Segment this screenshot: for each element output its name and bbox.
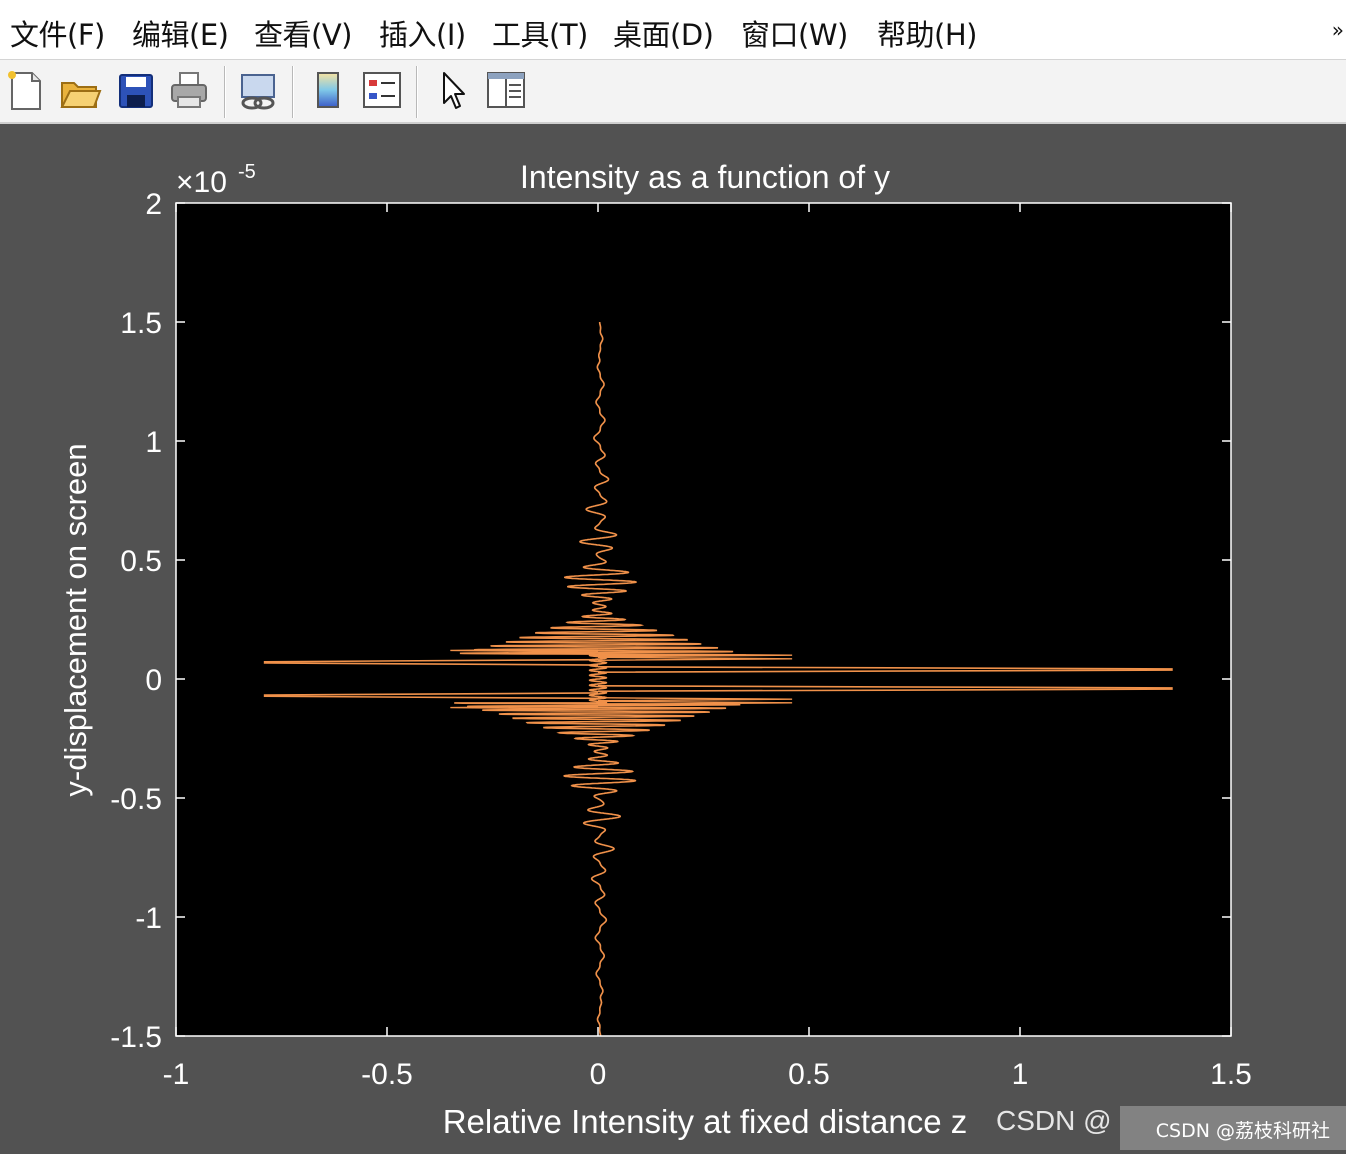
- y-tick-label: -1.5: [110, 1021, 162, 1054]
- menu-tools[interactable]: 工具(T): [492, 12, 588, 54]
- x-tick-label: -0.5: [361, 1058, 413, 1091]
- x-tick-label: -1: [163, 1058, 190, 1091]
- menu-view[interactable]: 查看(V): [254, 12, 352, 54]
- menu-help[interactable]: 帮助(H): [877, 12, 977, 54]
- new-figure-icon[interactable]: [4, 67, 48, 115]
- chart: -1 -0.5 0 0.5 1 1.5-1.5-1-0.500.511.52 Intens…: [58, 159, 1252, 1140]
- x-tick-label: 1: [1012, 1058, 1029, 1091]
- y-tick-label: -1: [135, 902, 162, 935]
- y-tick-label: 1: [145, 426, 162, 459]
- property-inspector-icon[interactable]: [484, 67, 528, 115]
- x-axis-label: Relative Intensity at fixed distance z: [443, 1103, 968, 1140]
- toolbar-separator: [224, 66, 226, 118]
- print-icon[interactable]: [168, 67, 212, 115]
- chart-title: Intensity as a function of y: [520, 159, 890, 195]
- menu-bar: 文件(F) 编辑(E) 查看(V) 插入(I) 工具(T) 桌面(D) 窗口(W…: [0, 0, 1346, 60]
- edit-plot-pointer-icon[interactable]: [432, 67, 476, 115]
- insert-colorbar-icon[interactable]: [306, 67, 350, 115]
- menu-window[interactable]: 窗口(W): [741, 12, 848, 54]
- y-tick-label: -0.5: [110, 783, 162, 816]
- watermark-text: CSDN @荔枝科研社: [1155, 1120, 1330, 1142]
- watermark-partial: CSDN @: [996, 1105, 1112, 1136]
- y-tick-label: 2: [145, 188, 162, 221]
- x-tick-label: 0: [590, 1058, 607, 1091]
- y-tick-label: 0.5: [120, 545, 162, 578]
- menu-overflow-icon[interactable]: »: [1332, 18, 1344, 42]
- link-plot-icon[interactable]: [236, 67, 280, 115]
- y-axis-label: y-displacement on screen: [58, 443, 93, 796]
- axes-background[interactable]: [176, 203, 1231, 1036]
- insert-legend-icon[interactable]: [360, 67, 404, 115]
- y-exponent: -5: [238, 161, 256, 183]
- toolbar-separator: [292, 66, 294, 118]
- menu-edit[interactable]: 编辑(E): [132, 12, 229, 54]
- x-tick-label: 1.5: [1210, 1058, 1252, 1091]
- figure-area: -1 -0.5 0 0.5 1 1.5 -1.5 -1 -0.5 0 0.5 1 1.5 2 Intens…: [0, 126, 1346, 1150]
- y-tick-label: 0: [145, 664, 162, 697]
- y-exponent-base: ×10: [176, 166, 227, 199]
- y-tick-label: 1.5: [120, 307, 162, 340]
- toolbar: [0, 60, 1346, 124]
- save-icon[interactable]: [114, 67, 158, 115]
- toolbar-separator: [416, 66, 418, 118]
- menu-desktop[interactable]: 桌面(D): [613, 12, 714, 54]
- menu-file[interactable]: 文件(F): [10, 12, 105, 54]
- menu-insert[interactable]: 插入(I): [379, 12, 466, 54]
- open-file-icon[interactable]: [58, 67, 102, 115]
- x-tick-label: 0.5: [788, 1058, 830, 1091]
